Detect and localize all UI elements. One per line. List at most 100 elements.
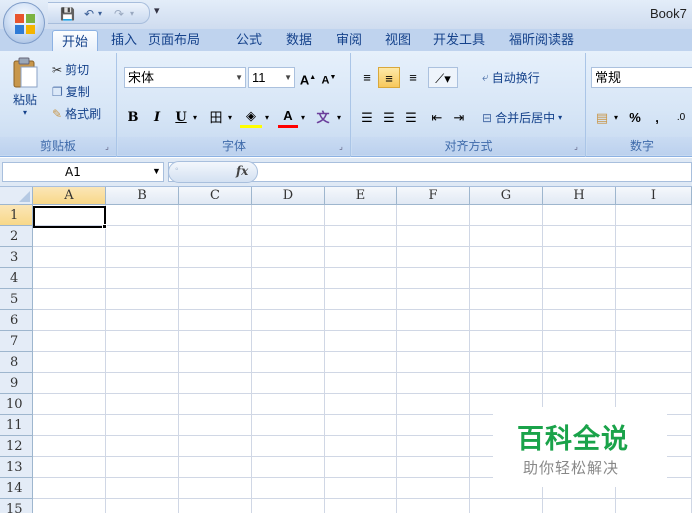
- undo-icon[interactable]: ↶: [84, 6, 94, 22]
- insert-function-icon[interactable]: fx: [236, 164, 248, 178]
- shrink-font-button[interactable]: A▼: [320, 67, 338, 88]
- copy-button[interactable]: ❐ 复制: [52, 83, 90, 100]
- gridline-vertical: [324, 205, 325, 513]
- column-header-c[interactable]: C: [179, 187, 252, 205]
- row-header-3[interactable]: 3: [0, 247, 33, 268]
- currency-dropdown-icon[interactable]: ▾: [611, 107, 621, 128]
- tab-formulas[interactable]: 公式: [236, 29, 262, 51]
- column-header-e[interactable]: E: [325, 187, 397, 205]
- align-center-icon[interactable]: ☰: [378, 107, 400, 128]
- wrap-text-button[interactable]: ⤶ 自动换行: [482, 69, 540, 86]
- fill-dropdown-icon[interactable]: ▾: [262, 107, 272, 128]
- formula-bar: A1 ▼ ◦ fx: [0, 158, 692, 187]
- column-header-b[interactable]: B: [106, 187, 179, 205]
- watermark: 百科全说 助你轻松解决: [493, 407, 667, 487]
- dialog-launcher-icon[interactable]: ⌟: [571, 142, 581, 152]
- paste-button[interactable]: 粘贴 ▾: [4, 57, 46, 117]
- chevron-down-icon[interactable]: ▼: [152, 166, 161, 176]
- row-header-8[interactable]: 8: [0, 352, 33, 373]
- row-header-9[interactable]: 9: [0, 373, 33, 394]
- fill-color-button[interactable]: ◈: [240, 107, 262, 128]
- italic-button[interactable]: I: [148, 107, 166, 128]
- name-box-value: A1: [65, 165, 81, 179]
- row-header-6[interactable]: 6: [0, 310, 33, 331]
- redo-dropdown-icon[interactable]: ▾: [130, 6, 134, 22]
- column-header-h[interactable]: H: [543, 187, 616, 205]
- name-box[interactable]: A1: [2, 162, 164, 182]
- phonetic-guide-button[interactable]: 文: [312, 107, 334, 128]
- row-header-4[interactable]: 4: [0, 268, 33, 289]
- align-left-icon[interactable]: ☰: [356, 107, 378, 128]
- paste-label: 粘贴: [12, 93, 37, 107]
- merge-center-button[interactable]: ⊟ 合并后居中 ▾: [482, 109, 562, 126]
- fill-handle[interactable]: [102, 224, 107, 229]
- align-bottom-icon[interactable]: ≡: [402, 67, 424, 88]
- column-header-a[interactable]: A: [33, 187, 106, 205]
- tab-insert[interactable]: 插入: [111, 29, 137, 51]
- office-button[interactable]: [3, 2, 45, 44]
- tab-review[interactable]: 审阅: [336, 29, 362, 51]
- percent-button[interactable]: %: [625, 107, 645, 128]
- tab-data[interactable]: 数据: [286, 29, 312, 51]
- align-right-icon[interactable]: ☰: [400, 107, 422, 128]
- font-name-combo[interactable]: 宋体 ▼: [124, 67, 246, 88]
- customize-qat-icon[interactable]: ▾: [154, 4, 160, 17]
- gridline-horizontal: [33, 498, 692, 499]
- row-header-14[interactable]: 14: [0, 478, 33, 499]
- tab-page-layout[interactable]: 页面布局: [148, 29, 200, 51]
- column-header-i[interactable]: I: [616, 187, 692, 205]
- cut-button[interactable]: ✂ 剪切: [52, 61, 89, 78]
- row-header-11[interactable]: 11: [0, 415, 33, 436]
- row-header-7[interactable]: 7: [0, 331, 33, 352]
- phonetic-dropdown-icon[interactable]: ▾: [334, 107, 344, 128]
- column-header-g[interactable]: G: [470, 187, 543, 205]
- tab-view[interactable]: 视图: [385, 29, 411, 51]
- tab-home[interactable]: 开始: [52, 30, 99, 52]
- dialog-launcher-icon[interactable]: ⌟: [336, 142, 346, 152]
- gridline-horizontal: [33, 246, 692, 247]
- increase-indent-icon[interactable]: ⇥: [448, 107, 470, 128]
- format-painter-button[interactable]: ✎ 格式刷: [52, 105, 101, 122]
- decrease-indent-icon[interactable]: ⇤: [426, 107, 448, 128]
- save-icon[interactable]: 💾: [60, 6, 75, 22]
- select-all-button[interactable]: [0, 187, 33, 205]
- tab-foxit-reader[interactable]: 福昕阅读器: [509, 29, 574, 51]
- underline-dropdown-icon[interactable]: ▾: [190, 107, 200, 128]
- ribbon-tabs: 开始 插入 页面布局 公式 数据 审阅 视图 开发工具 福昕阅读器: [0, 29, 692, 52]
- font-size-value: 11: [252, 70, 266, 85]
- column-header-f[interactable]: F: [397, 187, 470, 205]
- align-middle-icon[interactable]: ≡: [378, 67, 400, 88]
- font-color-button[interactable]: A: [278, 107, 298, 128]
- redo-icon[interactable]: ↷: [114, 6, 124, 22]
- number-format-combo[interactable]: 常规: [591, 67, 692, 88]
- dialog-launcher-icon[interactable]: ⌟: [102, 142, 112, 152]
- active-cell[interactable]: [33, 206, 106, 228]
- align-top-icon[interactable]: ≡: [356, 67, 378, 88]
- grow-font-button[interactable]: A▲: [299, 67, 317, 88]
- undo-dropdown-icon[interactable]: ▾: [98, 6, 102, 22]
- bold-button[interactable]: B: [124, 107, 142, 128]
- font-size-combo[interactable]: 11 ▼: [248, 67, 295, 88]
- increase-decimal-icon[interactable]: .0: [671, 107, 691, 128]
- underline-button[interactable]: U: [172, 107, 190, 128]
- row-header-2[interactable]: 2: [0, 226, 33, 247]
- number-format-value: 常规: [595, 70, 622, 85]
- border-dropdown-icon[interactable]: ▾: [225, 107, 235, 128]
- paste-dropdown-icon[interactable]: ▾: [23, 108, 27, 117]
- clipboard-group-label: 剪贴板: [0, 137, 116, 155]
- row-header-13[interactable]: 13: [0, 457, 33, 478]
- row-header-5[interactable]: 5: [0, 289, 33, 310]
- border-button[interactable]: 田: [206, 107, 226, 128]
- font-group-label: 字体: [118, 137, 350, 155]
- orientation-icon[interactable]: ⟋▾: [428, 67, 458, 88]
- currency-icon[interactable]: ▤: [591, 107, 613, 128]
- row-header-1[interactable]: 1: [0, 205, 33, 226]
- font-color-dropdown-icon[interactable]: ▾: [298, 107, 308, 128]
- splitter-icon[interactable]: ◦: [175, 164, 179, 175]
- column-header-d[interactable]: D: [252, 187, 325, 205]
- row-header-12[interactable]: 12: [0, 436, 33, 457]
- comma-button[interactable]: ,: [649, 107, 665, 128]
- row-header-10[interactable]: 10: [0, 394, 33, 415]
- row-header-15[interactable]: 15: [0, 499, 33, 513]
- tab-developer[interactable]: 开发工具: [433, 29, 485, 51]
